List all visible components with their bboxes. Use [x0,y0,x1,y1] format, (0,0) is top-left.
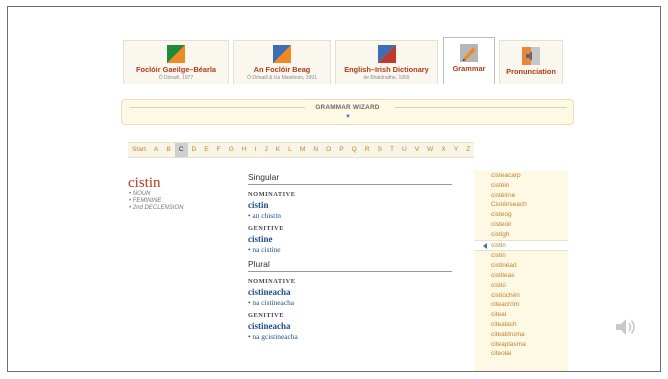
alphabet-letter-w[interactable]: W [423,143,437,157]
alphabet-letter-v[interactable]: V [411,143,423,157]
gender: • FEMININE [129,198,162,204]
form-word: cistineacha [248,321,291,331]
tab-sublabel: de Bhaldraithe, 1959 [363,75,410,81]
word-list-item[interactable]: cistéin [474,181,568,191]
alphabet-letter-g[interactable]: G [225,143,238,157]
alphabet-letter-p[interactable]: P [335,143,347,157]
word-list[interactable]: cisteacarp cistéin cistéirne Cistéirseach ci… [474,171,568,371]
speaker-icon [522,47,540,65]
word-list-item[interactable]: citeal [474,310,568,320]
alphabet-letter-n[interactable]: N [309,143,322,157]
tab-foclóir-beag[interactable]: An Foclóir Beag Ó Dónaill & Ua Maoileoin… [233,40,331,84]
alphabet-letter-u[interactable]: U [398,143,411,157]
alphabet-letter-l[interactable]: L [284,143,296,157]
alphabet-letter-a[interactable]: A [150,143,162,157]
divider [395,107,567,108]
alphabet-letter-m[interactable]: M [296,143,310,157]
speaker-icon[interactable] [613,315,637,339]
part-of-speech: • NOUN [129,191,151,197]
grammar-pencil-icon [460,44,478,62]
form-word: cistine [248,234,273,244]
tab-sublabel: Ó Dónaill, 1977 [158,75,194,81]
case-label: GENITIVE [248,312,284,319]
browser-viewport: Foclóir Gaeilge–Béarla Ó Dónaill, 1977 A… [7,6,661,372]
uk-flag-icon [377,45,396,63]
word-list-item[interactable]: citeacróm [474,300,568,310]
word-list-item[interactable]: Cistéirseach [474,200,568,210]
ireland-flag-icon [273,45,291,63]
tab-irish-english[interactable]: Foclóir Gaeilge–Béarla Ó Dónaill, 1977 [123,40,229,84]
case-label: NOMINATIVE [248,191,296,198]
alphabet-letter-t[interactable]: T [386,143,398,157]
alphabet-letter-b[interactable]: B [162,143,174,157]
alphabet-letter-k[interactable]: K [272,143,284,157]
tab-sublabel: Ó Dónaill & Ua Maoileoin, 1991 [247,75,317,81]
word-list-item[interactable]: cisteacarp [474,171,568,181]
article-form: • an chistin [248,211,281,220]
headword: cistin [128,175,161,191]
alphabet-letter-f[interactable]: F [213,143,225,157]
expand-arrow-icon[interactable]: ▼ [345,114,351,120]
alphabet-bar: Start A B C D E F G H I J K L M N O P Q R S T U V W X Y Z [128,142,475,158]
word-list-item[interactable]: cistigh [474,230,568,240]
alphabet-letter-e[interactable]: E [200,143,212,157]
grammar-info: • NOUN • FEMININE • 2nd DECLENSION [129,191,183,212]
form-word: cistineacha [248,287,291,297]
tab-label: An Foclóir Beag [253,65,311,74]
article-form: • na cistine [248,245,281,254]
alphabet-letter-z[interactable]: Z [462,143,474,157]
tab-label: Foclóir Gaeilge–Béarla [135,65,217,74]
tab-english-irish[interactable]: English–Irish Dictionary de Bhaldraithe,… [335,40,438,84]
tab-label: Pronunciation [506,67,556,76]
singular-heading: Singular [248,172,452,185]
alphabet-start[interactable]: Start [128,143,150,157]
word-list-item[interactable]: citealdruma [474,330,568,340]
declension: • 2nd DECLENSION [129,205,184,211]
alphabet-letter-x[interactable]: X [437,143,449,157]
word-list-item[interactable]: citeolai [474,349,568,359]
tab-label: English–Irish Dictionary [344,65,429,74]
tab-label: Grammar [452,64,486,73]
word-list-item[interactable]: citeaplasma [474,340,568,350]
alphabet-letter-j[interactable]: J [260,143,271,157]
article-form: • na gcistineacha [248,332,298,341]
alphabet-letter-r[interactable]: R [361,143,374,157]
word-list-item[interactable]: cistiú [474,281,568,291]
word-list-item[interactable]: cistin [474,251,568,261]
alphabet-letter-c[interactable]: C [174,143,188,157]
alphabet-letter-d[interactable]: D [188,143,201,157]
alphabet-letter-i[interactable]: I [251,143,261,157]
alphabet-letter-q[interactable]: Q [348,143,361,157]
word-list-item[interactable]: cistiteas [474,271,568,281]
word-list-item[interactable]: cisteog [474,210,568,220]
dictionary-tabs: Foclóir Gaeilge–Béarla Ó Dónaill, 1977 A… [123,34,573,84]
case-label: NOMINATIVE [248,278,296,285]
alphabet-letter-s[interactable]: S [374,143,386,157]
grammar-wizard-bar[interactable]: GRAMMAR WIZARD ▼ [121,99,574,125]
word-list-item-current[interactable]: cistin [474,239,568,252]
case-label: GENITIVE [248,225,284,232]
alphabet-letter-y[interactable]: Y [450,143,462,157]
form-word: cistin [248,200,269,210]
tab-pronunciation[interactable]: Pronunciation [499,40,563,84]
plural-heading: Plural [248,259,452,272]
word-list-item[interactable]: citealach [474,320,568,330]
alphabet-letter-o[interactable]: O [322,143,335,157]
article-form: • na cistineacha [248,298,295,307]
inflection-table: Singular NOMINATIVE cistin • an chistin … [248,172,452,346]
word-list-item[interactable]: cistéirne [474,191,568,201]
word-list-item[interactable]: cisteoir [474,220,568,230]
alphabet-letter-h[interactable]: H [238,143,251,157]
word-list-item[interactable]: cistiúchén [474,291,568,301]
ireland-flag-icon [167,45,185,63]
word-list-item[interactable]: cistinéad [474,261,568,271]
tab-grammar[interactable]: Grammar [443,37,495,84]
